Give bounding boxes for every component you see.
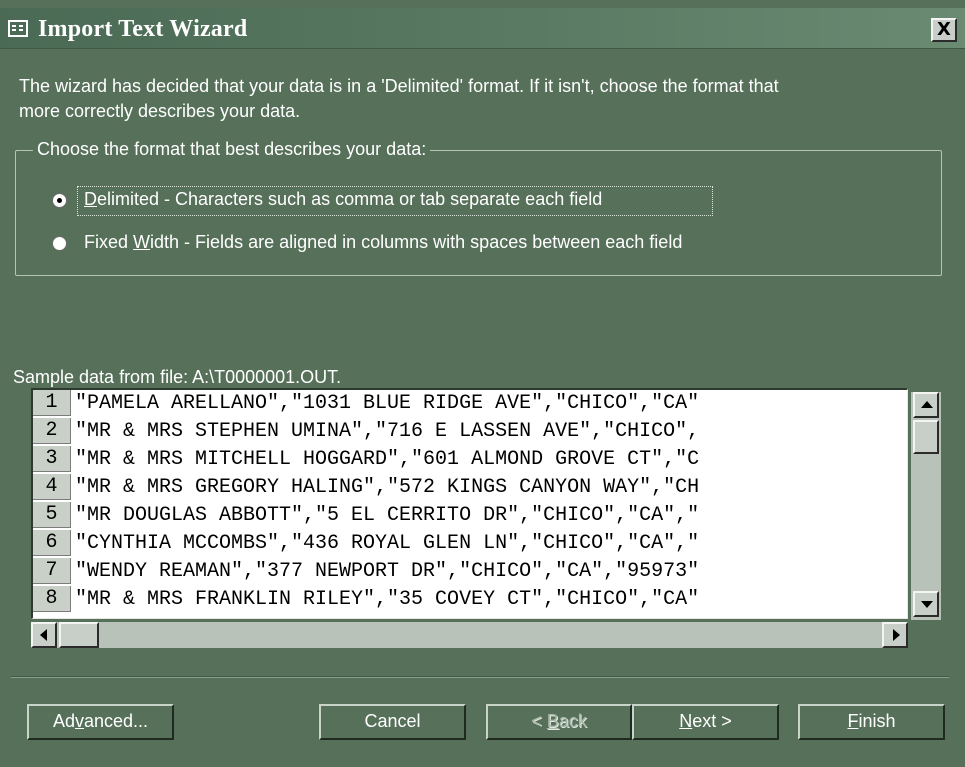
row-text: "MR DOUGLAS ABBOTT","5 EL CERRITO DR","C…	[75, 504, 700, 527]
table-row[interactable]: 2 "MR & MRS STEPHEN UMINA","716 E LASSEN…	[33, 418, 907, 446]
row-text: "WENDY REAMAN","377 NEWPORT DR","CHICO",…	[75, 560, 700, 583]
table-row[interactable]: 5 "MR DOUGLAS ABBOTT","5 EL CERRITO DR",…	[33, 502, 907, 530]
scroll-down-button[interactable]	[913, 591, 939, 617]
arrow-down-icon	[921, 601, 933, 608]
vertical-scroll-thumb[interactable]	[913, 420, 939, 454]
sample-data-grid[interactable]: 1 "PAMELA ARELLANO","1031 BLUE RIDGE AVE…	[31, 388, 908, 619]
row-number: 2	[33, 418, 71, 444]
row-text: "CYNTHIA MCCOMBS","436 ROYAL GLEN LN","C…	[75, 532, 700, 555]
table-row[interactable]: 8 "MR & MRS FRANKLIN RILEY","35 COVEY CT…	[33, 586, 907, 614]
row-text: "MR & MRS GREGORY HALING","572 KINGS CAN…	[75, 476, 700, 499]
back-button[interactable]: < Back	[486, 704, 632, 740]
intro-text-line-1: The wizard has decided that your data is…	[19, 76, 779, 96]
fixed-width-label[interactable]: Fixed Width - Fields are aligned in colu…	[84, 232, 682, 253]
next-button[interactable]: Next >	[632, 704, 779, 740]
arrow-right-icon	[893, 629, 900, 641]
format-group-legend: Choose the format that best describes yo…	[33, 139, 431, 160]
finish-button[interactable]: Finish	[798, 704, 945, 740]
row-number: 6	[33, 530, 71, 556]
table-row[interactable]: 4 "MR & MRS GREGORY HALING","572 KINGS C…	[33, 474, 907, 502]
table-row[interactable]: 1 "PAMELA ARELLANO","1031 BLUE RIDGE AVE…	[33, 390, 907, 418]
row-text: "MR & MRS STEPHEN UMINA","716 E LASSEN A…	[75, 420, 700, 443]
sample-data-label: Sample data from file: A:\T0000001.OUT.	[13, 367, 342, 387]
window-title: Import Text Wizard	[38, 16, 248, 42]
arrow-up-icon	[921, 401, 933, 408]
scroll-left-button[interactable]	[31, 622, 57, 648]
table-row[interactable]: 6 "CYNTHIA MCCOMBS","436 ROYAL GLEN LN",…	[33, 530, 907, 558]
arrow-left-icon	[40, 629, 47, 641]
cancel-button[interactable]: Cancel	[319, 704, 466, 740]
table-icon	[8, 20, 28, 37]
scroll-up-button[interactable]	[913, 392, 939, 418]
row-number: 5	[33, 502, 71, 528]
table-row[interactable]: 3 "MR & MRS MITCHELL HOGGARD","601 ALMON…	[33, 446, 907, 474]
title-bar[interactable]: Import Text Wizard X	[0, 8, 965, 49]
fixed-width-radio[interactable]	[52, 236, 67, 251]
horizontal-scroll-thumb[interactable]	[59, 622, 99, 648]
table-row[interactable]: 7 "WENDY REAMAN","377 NEWPORT DR","CHICO…	[33, 558, 907, 586]
row-number: 7	[33, 558, 71, 584]
row-text: "PAMELA ARELLANO","1031 BLUE RIDGE AVE",…	[75, 392, 700, 415]
row-number: 3	[33, 446, 71, 472]
advanced-button[interactable]: Advanced...	[27, 704, 174, 740]
delimited-radio[interactable]	[52, 193, 67, 208]
row-number: 8	[33, 586, 71, 612]
close-icon: X	[937, 19, 951, 40]
row-text: "MR & MRS FRANKLIN RILEY","35 COVEY CT",…	[75, 588, 700, 611]
scroll-right-button[interactable]	[882, 622, 908, 648]
delimited-label[interactable]: Delimited - Characters such as comma or …	[84, 189, 602, 210]
row-number: 1	[33, 390, 71, 416]
close-button[interactable]: X	[931, 18, 957, 42]
row-number: 4	[33, 474, 71, 500]
row-text: "MR & MRS MITCHELL HOGGARD","601 ALMOND …	[75, 448, 700, 471]
horizontal-scrollbar[interactable]	[31, 622, 908, 648]
import-text-wizard-dialog: Import Text Wizard X The wizard has deci…	[0, 0, 965, 767]
intro-text-line-2: more correctly describes your data.	[19, 101, 301, 121]
separator-line	[11, 676, 949, 678]
